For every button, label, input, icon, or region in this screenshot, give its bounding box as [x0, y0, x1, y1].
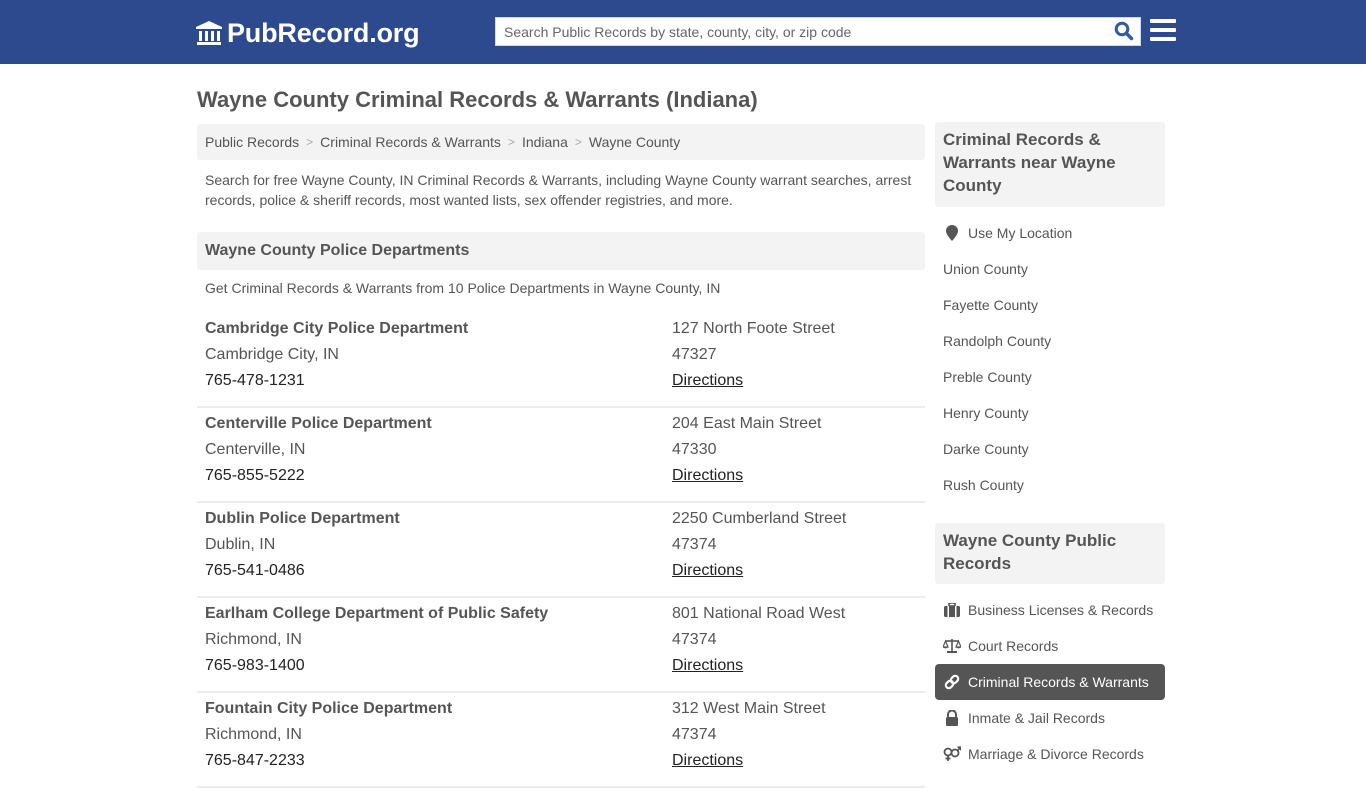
menu-bar	[1150, 19, 1176, 23]
department-city: Cambridge City, IN	[205, 346, 339, 363]
nearby-counties-list: Use My Location Union County Fayette Cou…	[935, 215, 1165, 503]
department-name[interactable]: Earlham College Department of Public Saf…	[205, 601, 548, 627]
public-records-heading: Wayne County Public Records	[935, 523, 1165, 584]
department-zip: 47374	[672, 726, 717, 743]
sidebar-item-criminal-records[interactable]: Criminal Records & Warrants	[935, 664, 1165, 700]
nearby-county-link[interactable]: Darke County	[935, 431, 1165, 467]
department-phone[interactable]: 765-478-1231	[205, 368, 468, 394]
search-button[interactable]	[1112, 20, 1136, 44]
hamburger-menu-button[interactable]	[1150, 19, 1176, 43]
department-zip: 47327	[672, 346, 717, 363]
sidebar-item-label: Criminal Records & Warrants	[968, 674, 1149, 690]
department-city: Centerville, IN	[205, 441, 306, 458]
lock-icon	[943, 710, 961, 726]
department-name[interactable]: Cambridge City Police Department	[205, 316, 468, 342]
department-city: Richmond, IN	[205, 631, 302, 648]
search-bar	[495, 17, 1141, 46]
courthouse-icon	[196, 21, 222, 45]
menu-bar	[1150, 37, 1176, 41]
directions-link[interactable]: Directions	[672, 562, 743, 579]
departments-heading: Wayne County Police Departments	[197, 232, 925, 270]
sidebar-item-label: Inmate & Jail Records	[968, 710, 1105, 726]
map-marker-icon	[943, 225, 961, 241]
department-item: Cambridge City Police Department Cambrid…	[197, 313, 925, 408]
nearby-county-link[interactable]: Rush County	[935, 467, 1165, 503]
department-item: Fountain City Police Department Richmond…	[197, 693, 925, 788]
top-navbar: PubRecord.org	[0, 0, 1366, 64]
department-item: Centerville Police Department Centervill…	[197, 408, 925, 503]
nearby-counties-heading: Criminal Records & Warrants near Wayne C…	[935, 122, 1165, 207]
department-city: Dublin, IN	[205, 536, 276, 553]
breadcrumb-public-records[interactable]: Public Records	[205, 134, 299, 150]
department-item: Earlham College Department of Public Saf…	[197, 598, 925, 693]
briefcase-icon	[943, 602, 961, 618]
intro-text: Search for free Wayne County, IN Crimina…	[205, 172, 912, 208]
sidebar-item-label: Business Licenses & Records	[968, 602, 1154, 618]
department-item: Dublin Police Department Dublin, IN 765-…	[197, 503, 925, 598]
department-zip: 47330	[672, 441, 717, 458]
department-phone[interactable]: 765-983-1400	[205, 653, 548, 679]
directions-link[interactable]: Directions	[672, 372, 743, 389]
sidebar-item-inmate-records[interactable]: Inmate & Jail Records	[935, 700, 1165, 736]
link-icon	[943, 674, 961, 690]
department-zip: 47374	[672, 536, 717, 553]
breadcrumb-separator: >	[306, 135, 314, 149]
gender-icon	[943, 746, 961, 762]
public-records-list: Business Licenses & Records Court Record…	[935, 592, 1165, 772]
department-name[interactable]: Fountain City Police Department	[205, 696, 452, 722]
nearby-county-link[interactable]: Henry County	[935, 395, 1165, 431]
nearby-county-link[interactable]: Preble County	[935, 359, 1165, 395]
search-icon	[1114, 21, 1134, 40]
use-my-location-link[interactable]: Use My Location	[935, 215, 1165, 251]
breadcrumb-separator: >	[507, 135, 515, 149]
logo-text: PubRecord.org	[227, 17, 420, 48]
department-name[interactable]: Dublin Police Department	[205, 506, 400, 532]
department-address: 312 West Main Street	[672, 700, 826, 717]
search-input[interactable]	[496, 18, 1106, 45]
department-name[interactable]: Centerville Police Department	[205, 411, 432, 437]
menu-bar	[1150, 28, 1176, 32]
nearby-county-link[interactable]: Fayette County	[935, 287, 1165, 323]
nearby-county-link[interactable]: Union County	[935, 251, 1165, 287]
site-logo[interactable]: PubRecord.org	[195, 17, 420, 49]
breadcrumb-separator: >	[574, 135, 582, 149]
department-city: Richmond, IN	[205, 726, 302, 743]
department-address: 127 North Foote Street	[672, 320, 835, 337]
breadcrumb: Public Records > Criminal Records & Warr…	[197, 124, 925, 160]
department-address: 801 National Road West	[672, 605, 846, 622]
use-my-location-label: Use My Location	[968, 225, 1073, 241]
department-address: 204 East Main Street	[672, 415, 822, 432]
department-phone[interactable]: 765-847-2233	[205, 748, 452, 774]
sidebar-item-label: Marriage & Divorce Records	[968, 746, 1144, 762]
scales-icon	[943, 638, 961, 654]
department-list: Cambridge City Police Department Cambrid…	[197, 313, 925, 788]
directions-link[interactable]: Directions	[672, 752, 743, 769]
directions-link[interactable]: Directions	[672, 467, 743, 484]
departments-subheading: Get Criminal Records & Warrants from 10 …	[205, 280, 721, 296]
department-phone[interactable]: 765-541-0486	[205, 558, 400, 584]
breadcrumb-indiana[interactable]: Indiana	[522, 134, 568, 150]
department-zip: 47374	[672, 631, 717, 648]
department-phone[interactable]: 765-855-5222	[205, 463, 432, 489]
sidebar-item-court-records[interactable]: Court Records	[935, 628, 1165, 664]
sidebar-item-business-licenses[interactable]: Business Licenses & Records	[935, 592, 1165, 628]
breadcrumb-wayne-county[interactable]: Wayne County	[589, 134, 680, 150]
page-title: Wayne County Criminal Records & Warrants…	[197, 87, 758, 112]
nearby-county-link[interactable]: Randolph County	[935, 323, 1165, 359]
breadcrumb-criminal-records[interactable]: Criminal Records & Warrants	[320, 134, 501, 150]
department-address: 2250 Cumberland Street	[672, 510, 847, 527]
sidebar-item-label: Court Records	[968, 638, 1059, 654]
sidebar-item-marriage-records[interactable]: Marriage & Divorce Records	[935, 736, 1165, 772]
directions-link[interactable]: Directions	[672, 657, 743, 674]
